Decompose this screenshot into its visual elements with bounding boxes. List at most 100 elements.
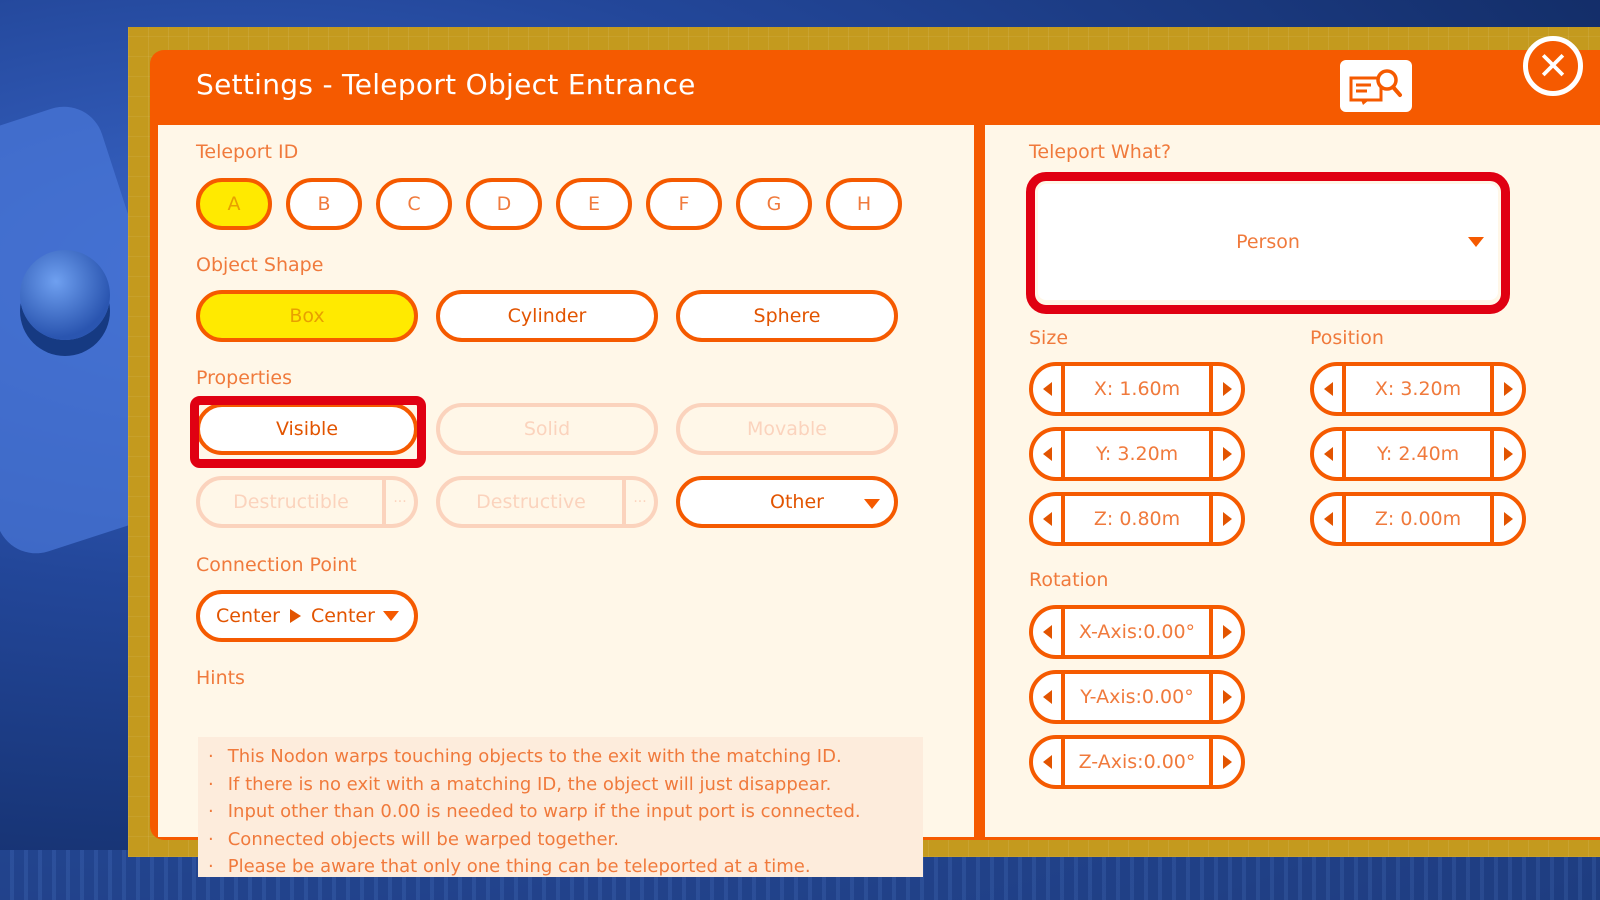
shape-box-button[interactable]: Box bbox=[196, 290, 418, 342]
decrement-button[interactable] bbox=[1033, 739, 1065, 785]
teleport-id-option-c[interactable]: C bbox=[376, 178, 452, 230]
teleport-id-label: Teleport ID bbox=[196, 141, 299, 163]
shape-cylinder-button[interactable]: Cylinder bbox=[436, 290, 658, 342]
arrow-right-icon bbox=[1503, 512, 1513, 526]
increment-button[interactable] bbox=[1209, 366, 1241, 412]
teleport-id-option-d[interactable]: D bbox=[466, 178, 542, 230]
destructive-more-button[interactable]: ··· bbox=[622, 480, 654, 524]
help-button[interactable] bbox=[1340, 60, 1412, 112]
arrow-left-icon bbox=[1042, 625, 1052, 639]
settings-window: Settings - Teleport Object Entrance ✕ Te… bbox=[150, 36, 1600, 877]
property-destructible-button[interactable]: Destructible ··· bbox=[196, 476, 418, 528]
background-knob bbox=[20, 250, 110, 340]
teleport-what-value: Person bbox=[1236, 231, 1300, 253]
size-x-stepper[interactable]: X: 1.60m bbox=[1029, 362, 1245, 416]
decrement-button[interactable] bbox=[1314, 431, 1346, 477]
teleport-what-dropdown[interactable]: Person bbox=[1038, 184, 1498, 300]
size-y-value: Y: 3.20m bbox=[1095, 443, 1179, 465]
decrement-button[interactable] bbox=[1033, 431, 1065, 477]
decrement-button[interactable] bbox=[1314, 496, 1346, 542]
property-movable-button[interactable]: Movable bbox=[676, 403, 898, 455]
shape-sphere-button[interactable]: Sphere bbox=[676, 290, 898, 342]
arrow-right-icon bbox=[1222, 755, 1232, 769]
position-z-value: Z: 0.00m bbox=[1374, 508, 1462, 530]
rotation-x-value: X-Axis:0.00° bbox=[1078, 621, 1196, 643]
arrow-right-icon bbox=[1222, 512, 1232, 526]
decrement-button[interactable] bbox=[1033, 609, 1065, 655]
teleport-id-option-e[interactable]: E bbox=[556, 178, 632, 230]
close-button[interactable]: ✕ bbox=[1523, 36, 1583, 96]
increment-button[interactable] bbox=[1209, 496, 1241, 542]
teleport-id-option-a[interactable]: A bbox=[196, 178, 272, 230]
teleport-id-option-h[interactable]: H bbox=[826, 178, 902, 230]
position-z-stepper[interactable]: Z: 0.00m bbox=[1310, 492, 1526, 546]
hints-label: Hints bbox=[196, 667, 245, 689]
arrow-left-icon bbox=[1042, 690, 1052, 704]
property-other-dropdown[interactable]: Other bbox=[676, 476, 898, 528]
destructible-label: Destructible bbox=[233, 491, 349, 513]
arrow-right-icon bbox=[1222, 625, 1232, 639]
connection-from: Center bbox=[216, 605, 280, 627]
help-search-icon bbox=[1349, 69, 1402, 105]
property-destructive-button[interactable]: Destructive ··· bbox=[436, 476, 658, 528]
teleport-id-option-g[interactable]: G bbox=[736, 178, 812, 230]
hint-item: Please be aware that only one thing can … bbox=[208, 853, 923, 881]
arrow-right-icon bbox=[1222, 447, 1232, 461]
rotation-x-stepper[interactable]: X-Axis:0.00° bbox=[1029, 605, 1245, 659]
arrow-right-icon bbox=[1222, 690, 1232, 704]
increment-button[interactable] bbox=[1209, 609, 1241, 655]
size-x-value: X: 1.60m bbox=[1093, 378, 1181, 400]
size-z-stepper[interactable]: Z: 0.80m bbox=[1029, 492, 1245, 546]
chevron-down-icon bbox=[864, 499, 880, 509]
chevron-down-icon bbox=[1468, 237, 1484, 247]
position-label: Position bbox=[1310, 327, 1384, 349]
arrow-left-icon bbox=[1042, 512, 1052, 526]
arrow-left-icon bbox=[1323, 512, 1333, 526]
destructive-label: Destructive bbox=[476, 491, 586, 513]
arrow-right-icon bbox=[1503, 382, 1513, 396]
decrement-button[interactable] bbox=[1033, 496, 1065, 542]
property-solid-button[interactable]: Solid bbox=[436, 403, 658, 455]
hint-item: Input other than 0.00 is needed to warp … bbox=[208, 798, 923, 826]
increment-button[interactable] bbox=[1490, 366, 1522, 412]
property-visible-button[interactable]: Visible bbox=[196, 403, 418, 455]
decrement-button[interactable] bbox=[1033, 366, 1065, 412]
position-y-stepper[interactable]: Y: 2.40m bbox=[1310, 427, 1526, 481]
arrow-right-icon bbox=[1222, 382, 1232, 396]
rotation-label: Rotation bbox=[1029, 569, 1109, 591]
other-label: Other bbox=[770, 491, 824, 513]
left-pane: Teleport ID A B C D E F G H Object Shape… bbox=[158, 125, 974, 877]
decrement-button[interactable] bbox=[1314, 366, 1346, 412]
destructible-more-button[interactable]: ··· bbox=[382, 480, 414, 524]
increment-button[interactable] bbox=[1209, 431, 1241, 477]
increment-button[interactable] bbox=[1490, 496, 1522, 542]
arrow-left-icon bbox=[1323, 447, 1333, 461]
properties-label: Properties bbox=[196, 367, 293, 389]
teleport-id-option-b[interactable]: B bbox=[286, 178, 362, 230]
window-title: Settings - Teleport Object Entrance bbox=[196, 68, 696, 101]
increment-button[interactable] bbox=[1490, 431, 1522, 477]
rotation-z-value: Z-Axis:0.00° bbox=[1078, 751, 1196, 773]
arrow-left-icon bbox=[1042, 755, 1052, 769]
increment-button[interactable] bbox=[1209, 674, 1241, 720]
rotation-y-value: Y-Axis:0.00° bbox=[1080, 686, 1194, 708]
position-y-value: Y: 2.40m bbox=[1376, 443, 1460, 465]
arrow-right-icon bbox=[289, 609, 301, 623]
position-x-stepper[interactable]: X: 3.20m bbox=[1310, 362, 1526, 416]
close-icon: ✕ bbox=[1537, 44, 1569, 88]
hints-box: This Nodon warps touching objects to the… bbox=[198, 737, 923, 877]
connection-point-dropdown[interactable]: Center Center bbox=[196, 590, 418, 642]
rotation-z-stepper[interactable]: Z-Axis:0.00° bbox=[1029, 735, 1245, 789]
chevron-down-icon bbox=[382, 611, 399, 621]
arrow-left-icon bbox=[1323, 382, 1333, 396]
connection-point-label: Connection Point bbox=[196, 554, 357, 576]
teleport-id-option-f[interactable]: F bbox=[646, 178, 722, 230]
title-bar: Settings - Teleport Object Entrance ✕ bbox=[150, 36, 1600, 122]
rotation-y-stepper[interactable]: Y-Axis:0.00° bbox=[1029, 670, 1245, 724]
decrement-button[interactable] bbox=[1033, 674, 1065, 720]
increment-button[interactable] bbox=[1209, 739, 1241, 785]
arrow-right-icon bbox=[1503, 447, 1513, 461]
hint-item: If there is no exit with a matching ID, … bbox=[208, 771, 923, 799]
teleport-what-label: Teleport What? bbox=[1029, 141, 1172, 163]
size-y-stepper[interactable]: Y: 3.20m bbox=[1029, 427, 1245, 481]
